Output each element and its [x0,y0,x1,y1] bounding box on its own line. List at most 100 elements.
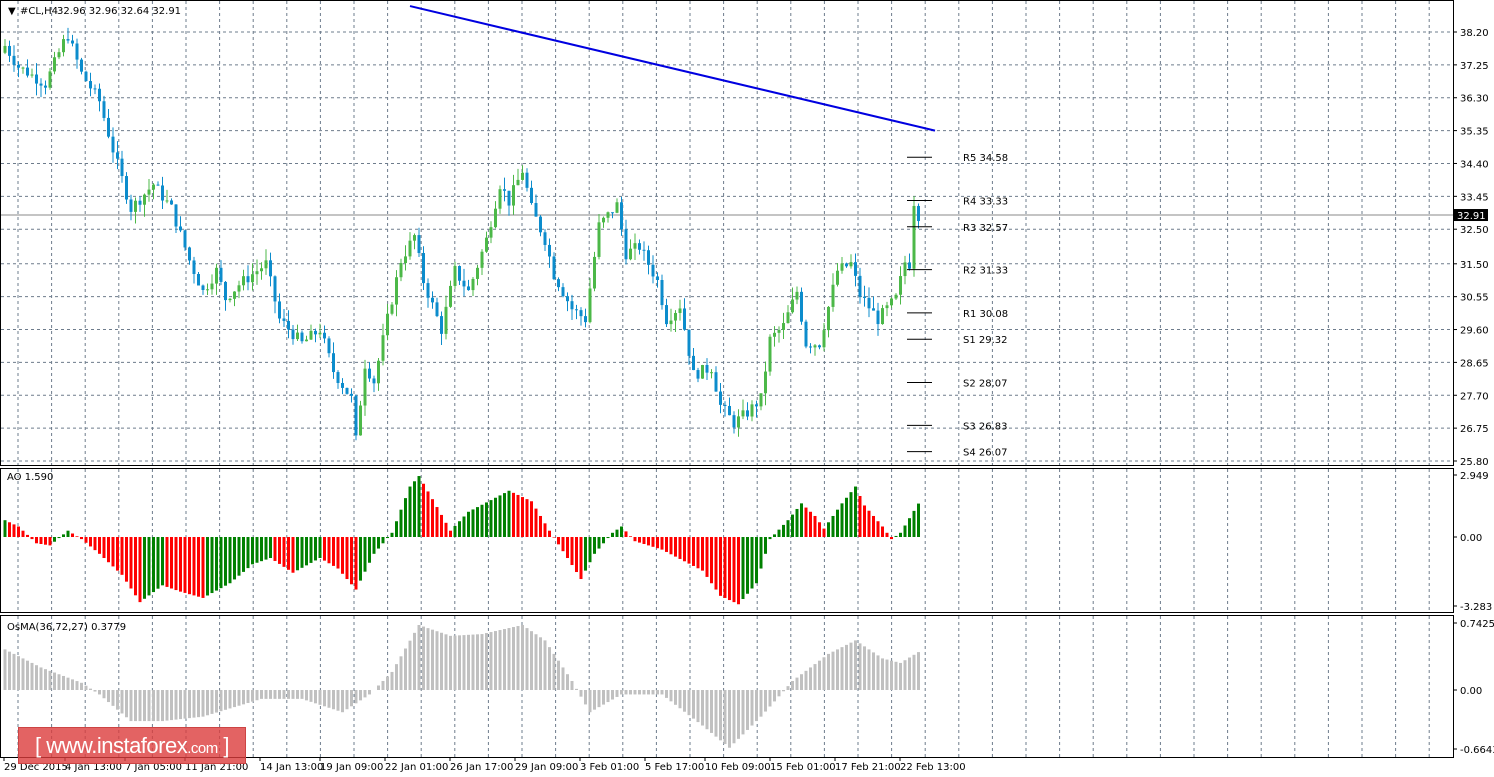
candle[interactable] [588,288,592,323]
candle[interactable] [804,321,808,347]
candle[interactable] [786,312,790,324]
candle[interactable] [818,345,821,348]
candle[interactable] [503,189,506,191]
candle[interactable] [62,39,65,53]
candle[interactable] [687,329,691,356]
candle[interactable] [516,179,520,186]
candle[interactable] [332,353,335,373]
candle[interactable] [269,260,272,277]
candle[interactable] [615,202,619,213]
candle[interactable] [566,296,569,302]
candle[interactable] [705,365,709,373]
candle[interactable] [228,298,232,301]
candle[interactable] [534,203,538,217]
candle[interactable] [197,273,200,286]
candle[interactable] [872,308,875,311]
candle[interactable] [561,287,565,297]
candle[interactable] [233,291,236,299]
candle[interactable] [557,279,560,288]
candle[interactable] [116,152,119,159]
candle[interactable] [633,243,637,249]
candle[interactable] [296,332,299,340]
candle[interactable] [413,235,416,241]
candle[interactable] [57,52,61,58]
candle[interactable] [903,262,907,277]
candle[interactable] [107,117,110,137]
candle[interactable] [498,189,502,209]
candle[interactable] [111,136,115,153]
candle[interactable] [48,71,52,88]
candle[interactable] [318,332,322,335]
candle[interactable] [395,277,398,305]
candle[interactable] [467,286,470,291]
candle[interactable] [21,67,25,69]
candle[interactable] [305,339,308,342]
candle[interactable] [354,395,358,436]
candle[interactable] [89,81,92,89]
candle[interactable] [791,299,794,313]
candle[interactable] [377,360,380,384]
candle[interactable] [494,208,497,228]
candle[interactable] [597,222,601,257]
candle[interactable] [422,253,425,284]
candle[interactable] [728,405,731,416]
candle[interactable] [386,313,389,336]
candle[interactable] [417,235,421,254]
candle[interactable] [458,266,461,281]
candle[interactable] [831,284,835,307]
candle[interactable] [399,263,403,278]
candle[interactable] [777,329,781,333]
candle[interactable] [548,244,551,257]
candle[interactable] [26,67,29,76]
candle[interactable] [350,393,353,396]
symbol-arrow-icon[interactable]: ▼ [8,6,16,17]
candle[interactable] [224,281,227,301]
candle[interactable] [246,276,250,283]
candle[interactable] [863,296,866,298]
candle[interactable] [435,302,439,317]
price-chart[interactable]: 38.20 37.25 36.30 35.35 34.40 33.45 32.50 31.50… [0,0,1494,777]
candle[interactable] [341,382,344,388]
candle[interactable] [719,391,722,405]
candle[interactable] [3,45,7,53]
candle[interactable] [813,345,817,348]
candle[interactable] [827,306,830,331]
candle[interactable] [359,405,362,436]
candle[interactable] [174,204,178,227]
candle[interactable] [183,230,187,248]
candle[interactable] [611,212,614,214]
candle[interactable] [345,387,349,394]
candle[interactable] [98,88,101,102]
candle[interactable] [764,371,767,394]
candle[interactable] [840,263,844,271]
candle[interactable] [714,372,718,392]
candle[interactable] [539,216,542,233]
candle[interactable] [134,200,137,212]
candle[interactable] [138,200,142,205]
candle[interactable] [665,305,668,325]
candle[interactable] [75,43,79,60]
candle[interactable] [372,378,376,384]
candle[interactable] [273,276,277,302]
candle[interactable] [8,45,11,56]
candle[interactable] [125,176,128,200]
candle[interactable] [750,404,754,417]
candle[interactable] [602,217,605,223]
candle[interactable] [368,368,371,379]
candle[interactable] [656,276,659,281]
candle[interactable] [485,237,488,252]
candle[interactable] [836,270,839,285]
candle[interactable] [323,332,326,339]
candle[interactable] [278,301,281,319]
candle[interactable] [584,316,587,323]
candle[interactable] [188,247,191,261]
candle[interactable] [147,189,151,195]
candle[interactable] [809,346,812,348]
candle[interactable] [746,410,749,417]
candle[interactable] [251,274,254,283]
candle[interactable] [84,71,88,82]
candle[interactable] [696,370,700,379]
candle[interactable] [215,267,218,284]
candle[interactable] [723,404,727,406]
candle[interactable] [579,310,583,317]
